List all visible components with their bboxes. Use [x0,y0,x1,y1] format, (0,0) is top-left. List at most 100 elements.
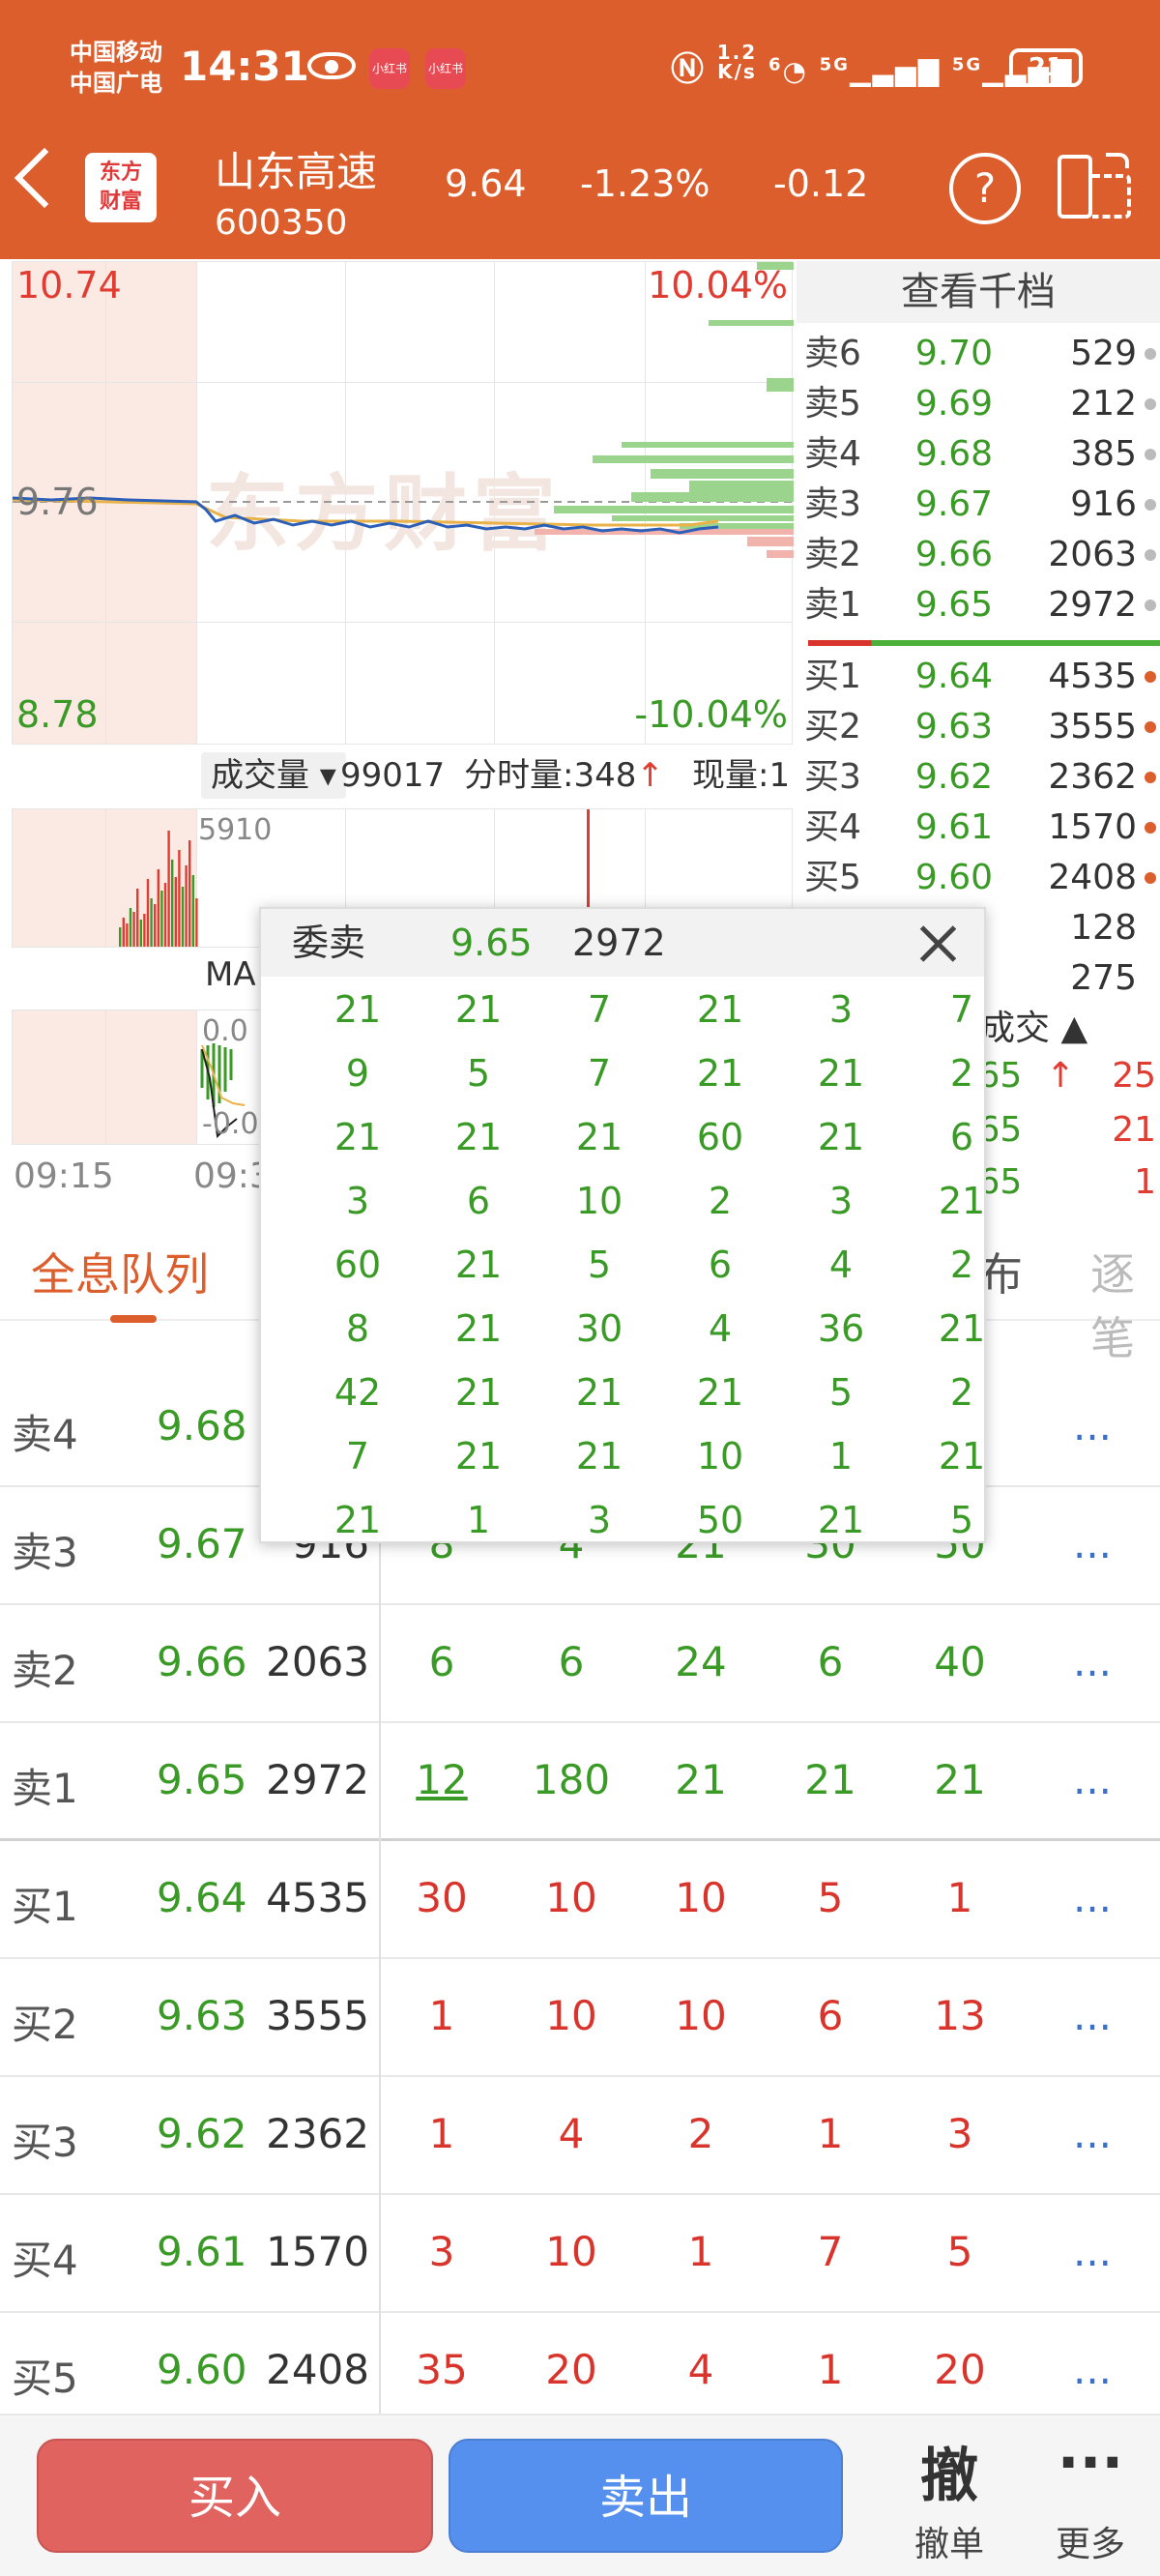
popup-order-cell: 7 [345,1435,370,1478]
more-orders-button[interactable]: ... [1036,1520,1148,1567]
queue-order-cell[interactable]: 5 [907,2228,1013,2275]
buy-button[interactable]: 买入 [37,2439,433,2553]
more-orders-button[interactable]: ... [1036,1402,1148,1449]
more-orders-button[interactable]: ... [1036,2346,1148,2393]
queue-order-cell[interactable]: 20 [518,2346,624,2393]
queue-order-cell[interactable]: 2 [648,2110,754,2157]
queue-order-cell[interactable]: 21 [777,1756,884,1803]
ask-row[interactable]: 卖3 9.67 916 [804,480,1160,530]
popup-order-cell: 10 [575,1180,624,1222]
queue-order-cell[interactable]: 1 [389,1992,495,2039]
bid-row[interactable]: 买4 9.61 1570 [804,803,1160,853]
queue-order-cell[interactable]: 40 [907,1638,1013,1685]
queue-order-cell[interactable]: 20 [907,2346,1013,2393]
volume-bar-mark [132,912,135,947]
bid-row[interactable]: 买3 9.62 2362 [804,752,1160,803]
queue-label: 买4 [12,2237,78,2284]
volume-bar: 成交量 ▾ 99017 分时量:348↑ 现量:1 [12,746,793,805]
popup-order-cell: 21 [817,1116,865,1158]
more-orders-button[interactable]: ... [1036,1992,1148,2039]
queue-order-cell[interactable]: 6 [777,1992,884,2039]
view-depth-button[interactable]: 查看千档 [797,261,1160,323]
queue-order-cell[interactable]: 1 [777,2110,884,2157]
queue-order-cell[interactable]: 180 [518,1756,624,1803]
bid-label: 买1 [804,657,861,696]
queue-order-cell[interactable]: 1 [389,2110,495,2157]
close-icon[interactable] [918,924,957,963]
queue-order-cell[interactable]: 5 [777,1874,884,1921]
queue-order-cell[interactable]: 7 [777,2228,884,2275]
volume-bar-mark [188,840,191,947]
queue-order-cell[interactable]: 1 [907,1874,1013,1921]
popup-order-cell: 21 [454,988,503,1031]
trades-title[interactable]: 成交 ▲ [980,1000,1088,1050]
bid-row[interactable]: 买2 9.63 3555 [804,702,1160,752]
queue-row[interactable]: 卖1 9.65 2972 12 180 21 21 21... [0,1723,1160,1841]
queue-order-cell[interactable]: 13 [907,1992,1013,2039]
more-icon[interactable]: ··· [1032,2429,1148,2497]
more-orders-button[interactable]: ... [1036,1638,1148,1685]
queue-price: 9.66 [157,1638,247,1685]
tab-tick[interactable]: 逐笔 [1090,1240,1160,1367]
queue-order-cell[interactable]: 21 [907,1756,1013,1803]
popup-order-cell: 6 [949,1116,974,1158]
ask-row[interactable]: 卖2 9.66 2063 [804,530,1160,580]
queue-row[interactable]: 卖2 9.66 2063 6 6 24 6 40... [0,1605,1160,1723]
cancel-order-label[interactable]: 撤单 [891,2516,1007,2566]
cancel-order-icon[interactable]: 撤 [891,2429,1007,2513]
queue-order-cell[interactable]: 10 [518,2228,624,2275]
ask-row[interactable]: 卖4 9.68 385 [804,429,1160,480]
queue-order-cell[interactable]: 30 [389,1874,495,1921]
queue-order-cell[interactable]: 3 [907,2110,1013,2157]
more-orders-button[interactable]: ... [1036,2228,1148,2275]
queue-order-cell[interactable]: 21 [648,1756,754,1803]
queue-order-cell[interactable]: 24 [648,1638,754,1685]
queue-order-cell[interactable]: 4 [648,2346,754,2393]
sell-button[interactable]: 卖出 [449,2439,843,2553]
queue-order-cell[interactable]: 10 [648,1992,754,2039]
help-button[interactable]: ? [949,153,1021,224]
ask-row[interactable]: 卖5 9.69 212 [804,379,1160,429]
ask-label: 卖5 [804,384,861,424]
more-orders-button[interactable]: ... [1036,2110,1148,2157]
ask-row[interactable]: 卖6 9.70 529 [804,329,1160,379]
bid-row[interactable]: 买1 9.64 4535 [804,652,1160,702]
bid-price: 9.61 [914,807,994,847]
time-label-start: 09:15 [14,1156,114,1196]
queue-order-cell[interactable]: 6 [777,1638,884,1685]
stock-name[interactable]: 山东高速 [215,139,377,198]
popup-order-cell: 7 [587,1052,612,1095]
queue-price: 9.67 [157,1520,247,1567]
landscape-icon[interactable] [1058,153,1131,220]
indicator-selector[interactable]: 成交量 ▾ [201,752,346,799]
macd-value: 0.0 [202,1014,248,1048]
queue-row[interactable]: 买2 9.63 3555 1 10 10 6 13... [0,1959,1160,2077]
queue-order-cell[interactable]: 6 [389,1638,495,1685]
ask-row[interactable]: 卖1 9.65 2972 [804,580,1160,630]
bid-row[interactable]: 买5 9.60 2408 [804,853,1160,903]
queue-order-cell[interactable]: 3 [389,2228,495,2275]
queue-order-cell[interactable]: 12 [389,1756,495,1803]
ask-volume: 2972 [1048,585,1137,625]
queue-order-cell[interactable]: 1 [777,2346,884,2393]
queue-order-cell[interactable]: 4 [518,2110,624,2157]
dot-icon [1145,449,1156,460]
queue-order-cell[interactable]: 10 [648,1874,754,1921]
eye-icon [307,52,356,79]
queue-row[interactable]: 买3 9.62 2362 1 4 2 1 3... [0,2077,1160,2195]
volume-bar-mark [171,860,174,947]
queue-order-cell[interactable]: 10 [518,1992,624,2039]
tab-queue[interactable]: 全息队列 [31,1240,209,1303]
more-label[interactable]: 更多 [1032,2516,1148,2566]
queue-order-cell[interactable]: 6 [518,1638,624,1685]
volume-bar-mark [136,889,139,947]
queue-row[interactable]: 买1 9.64 4535 30 10 10 5 1... [0,1841,1160,1959]
queue-order-cell[interactable]: 10 [518,1874,624,1921]
more-orders-button[interactable]: ... [1036,1756,1148,1803]
intraday-chart[interactable]: 东方财富 10.74 9.76 8.78 10.04% -10.04% [12,261,794,745]
queue-row[interactable]: 买4 9.61 1570 3 10 1 7 5... [0,2195,1160,2313]
back-arrow-icon[interactable] [14,147,75,209]
queue-order-cell[interactable]: 35 [389,2346,495,2393]
queue-order-cell[interactable]: 1 [648,2228,754,2275]
more-orders-button[interactable]: ... [1036,1874,1148,1921]
